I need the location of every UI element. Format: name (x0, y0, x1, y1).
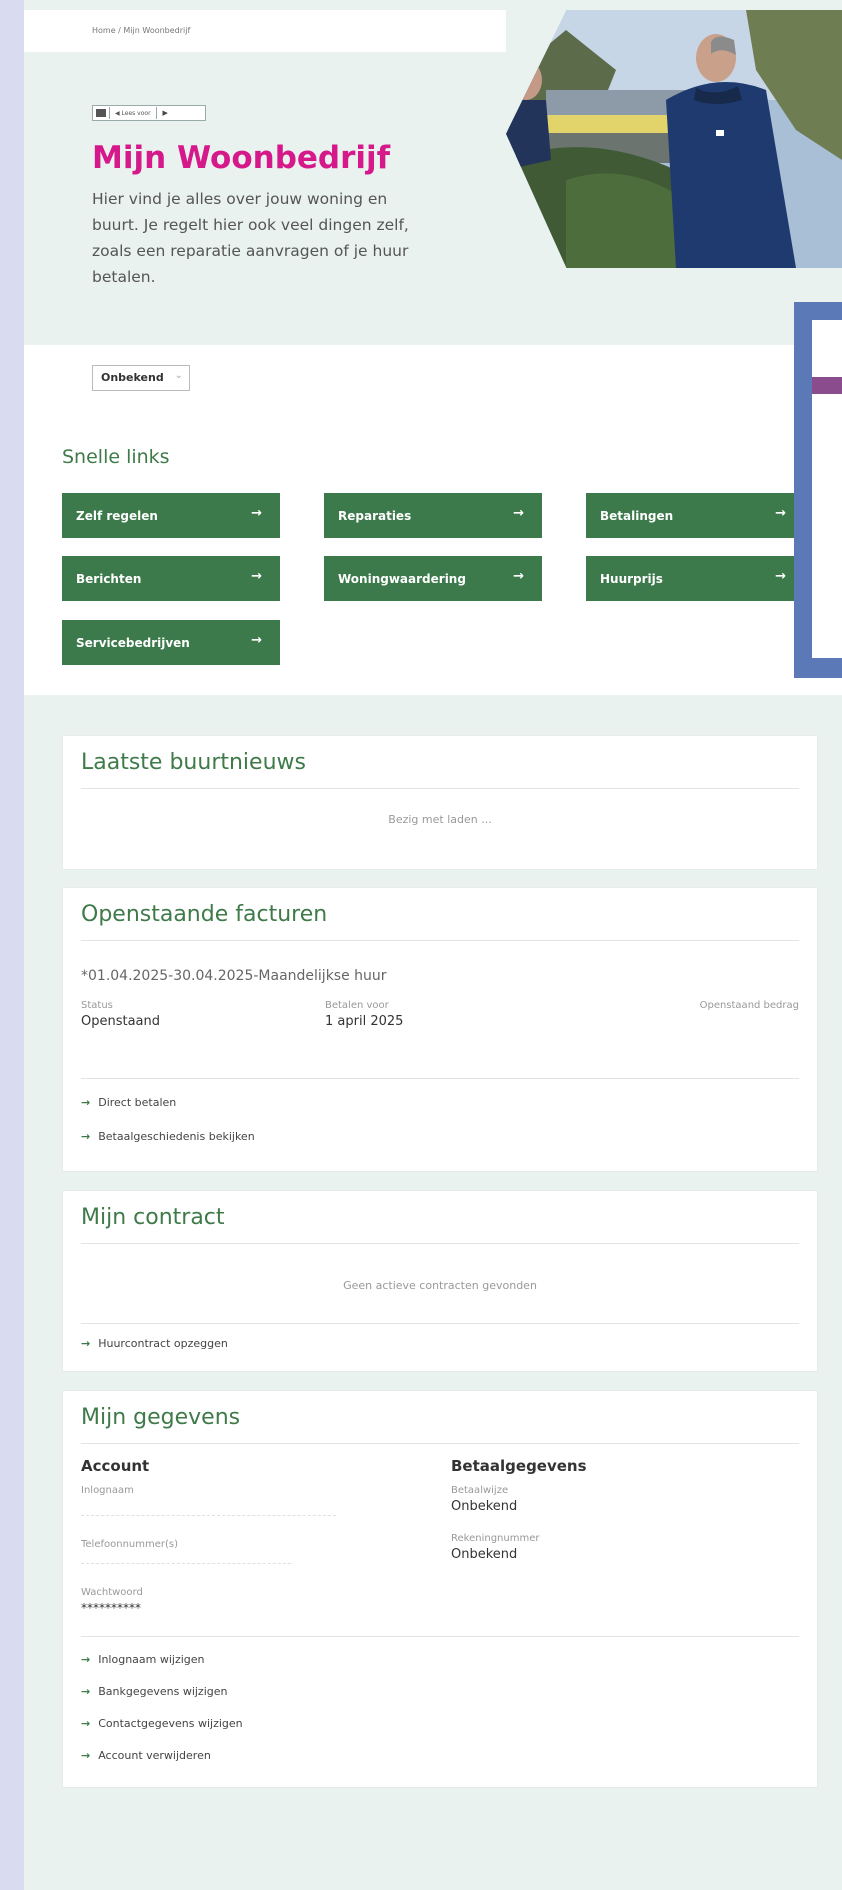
username-label: Inlognaam (81, 1485, 134, 1496)
quick-link-zelf-regelen[interactable]: Zelf regelen → (62, 493, 280, 538)
page-intro: Hier vind je alles over jouw woning en b… (92, 190, 409, 286)
change-username-link[interactable]: → Inlognaam wijzigen (81, 1653, 205, 1666)
quick-link-reparaties[interactable]: Reparaties → (324, 493, 542, 538)
invoices-card: Openstaande facturen *01.04.2025-30.04.2… (62, 887, 818, 1172)
payment-method-value: Onbekend (451, 1499, 518, 1514)
divider (81, 1243, 799, 1244)
hero-section: Home / Mijn Woonbedrijf ◀ Lees voor ▶ Mi… (24, 0, 842, 345)
contract-title: Mijn contract (81, 1205, 225, 1230)
payment-history-link[interactable]: → Betaalgeschiedenis bekijken (81, 1130, 255, 1143)
arrow-right-icon: → (81, 1717, 91, 1730)
account-number-label: Rekeningnummer (451, 1533, 540, 1544)
arrow-right-icon: → (81, 1685, 91, 1698)
payment-heading: Betaalgegevens (451, 1457, 587, 1475)
details-card: Mijn gegevens Account Inlognaam Telefoon… (62, 1390, 818, 1788)
language-select-value: Onbekend (101, 371, 164, 384)
quick-link-label: Zelf regelen (76, 508, 158, 523)
account-number-value: Onbekend (451, 1547, 518, 1562)
arrow-right-icon: → (251, 506, 262, 521)
password-label: Wachtwoord (81, 1587, 143, 1598)
news-title: Laatste buurtnieuws (81, 750, 306, 775)
overlay-accent-bar (812, 377, 842, 394)
overlay-panel-content (812, 320, 842, 658)
arrow-right-icon: → (81, 1130, 91, 1143)
divider (81, 940, 799, 941)
link-label: Huurcontract opzeggen (98, 1337, 228, 1350)
link-label: Inlognaam wijzigen (98, 1653, 205, 1666)
quick-link-huurprijs[interactable]: Huurprijs → (586, 556, 804, 601)
change-bank-details-link[interactable]: → Bankgegevens wijzigen (81, 1685, 228, 1698)
arrow-right-icon: → (775, 569, 786, 584)
divider (81, 1443, 799, 1444)
contract-card: Mijn contract Geen actieve contracten ge… (62, 1190, 818, 1372)
news-loading-text: Bezig met laden ... (388, 813, 492, 826)
quick-link-label: Betalingen (600, 508, 674, 523)
arrow-right-icon: → (775, 506, 786, 521)
quick-links-title: Snelle links (62, 446, 170, 468)
phone-label: Telefoonnummer(s) (81, 1539, 179, 1550)
quick-link-label: Servicebedrijven (76, 635, 190, 650)
breadcrumb-current: Mijn Woonbedrijf (123, 26, 191, 35)
link-label: Contactgegevens wijzigen (98, 1717, 243, 1730)
quick-link-betalingen[interactable]: Betalingen → (586, 493, 804, 538)
invoice-status-value: Openstaand (81, 1014, 161, 1029)
menu-icon[interactable] (96, 109, 106, 117)
quick-link-label: Berichten (76, 571, 142, 586)
invoices-title: Openstaande facturen (81, 902, 328, 927)
payment-method-label: Betaalwijze (451, 1485, 509, 1496)
invoice-amount-label: Openstaand bedrag (699, 1000, 799, 1011)
quick-link-berichten[interactable]: Berichten → (62, 556, 280, 601)
dashboard-area: Laatste buurtnieuws Bezig met laden ... … (24, 695, 842, 1890)
change-contact-details-link[interactable]: → Contactgegevens wijzigen (81, 1717, 243, 1730)
invoice-status-label: Status (81, 1000, 113, 1011)
play-icon[interactable]: ▶ (163, 109, 168, 117)
quick-link-label: Woningwaardering (338, 571, 466, 586)
readspeaker-button[interactable]: ◀ Lees voor (110, 110, 156, 117)
news-card: Laatste buurtnieuws Bezig met laden ... (62, 735, 818, 870)
page-title: Mijn Woonbedrijf (92, 140, 391, 176)
hero-photo (506, 10, 842, 268)
details-title: Mijn gegevens (81, 1405, 241, 1430)
chevron-down-icon: ⌄ (174, 370, 183, 381)
arrow-right-icon: → (81, 1653, 91, 1666)
link-label: Direct betalen (98, 1096, 177, 1109)
arrow-right-icon: → (513, 569, 524, 584)
arrow-right-icon: → (251, 569, 262, 584)
divider (81, 1323, 799, 1324)
divider (81, 788, 799, 789)
breadcrumb: Home / Mijn Woonbedrijf (24, 10, 506, 52)
readspeaker-toolbar[interactable]: ◀ Lees voor ▶ (92, 105, 206, 121)
invoice-due-value: 1 april 2025 (325, 1014, 404, 1029)
page: Home / Mijn Woonbedrijf ◀ Lees voor ▶ Mi… (24, 0, 842, 1890)
quick-link-woningwaardering[interactable]: Woningwaardering → (324, 556, 542, 601)
arrow-right-icon: → (513, 506, 524, 521)
invoice-due-label: Betalen voor (325, 1000, 389, 1011)
direct-pay-link[interactable]: → Direct betalen (81, 1096, 176, 1109)
readspeaker-label: Lees voor (121, 109, 151, 117)
breadcrumb-home[interactable]: Home (92, 26, 116, 35)
phone-value-line (81, 1563, 291, 1564)
quick-link-servicebedrijven[interactable]: Servicebedrijven → (62, 620, 280, 665)
cancel-contract-link[interactable]: → Huurcontract opzeggen (81, 1337, 228, 1350)
delete-account-link[interactable]: → Account verwijderen (81, 1749, 211, 1762)
divider (81, 1636, 799, 1637)
arrow-right-icon: → (81, 1096, 91, 1109)
password-value: ********** (81, 1601, 141, 1615)
link-label: Betaalgeschiedenis bekijken (98, 1130, 255, 1143)
quick-link-label: Huurprijs (600, 571, 663, 586)
link-label: Account verwijderen (98, 1749, 211, 1762)
contract-empty-text: Geen actieve contracten gevonden (343, 1279, 537, 1292)
breadcrumb-separator: / (118, 26, 121, 35)
arrow-right-icon: → (81, 1337, 91, 1350)
divider (81, 1078, 799, 1079)
arrow-right-icon: → (81, 1749, 91, 1762)
link-label: Bankgegevens wijzigen (98, 1685, 228, 1698)
arrow-right-icon: → (251, 633, 262, 648)
invoice-name: *01.04.2025-30.04.2025-Maandelijkse huur (81, 968, 387, 984)
quick-link-label: Reparaties (338, 508, 412, 523)
language-select[interactable]: Onbekend ⌄ (92, 365, 190, 391)
account-heading: Account (81, 1457, 150, 1475)
toolbar-divider (155, 107, 157, 119)
username-value-line (81, 1515, 336, 1516)
